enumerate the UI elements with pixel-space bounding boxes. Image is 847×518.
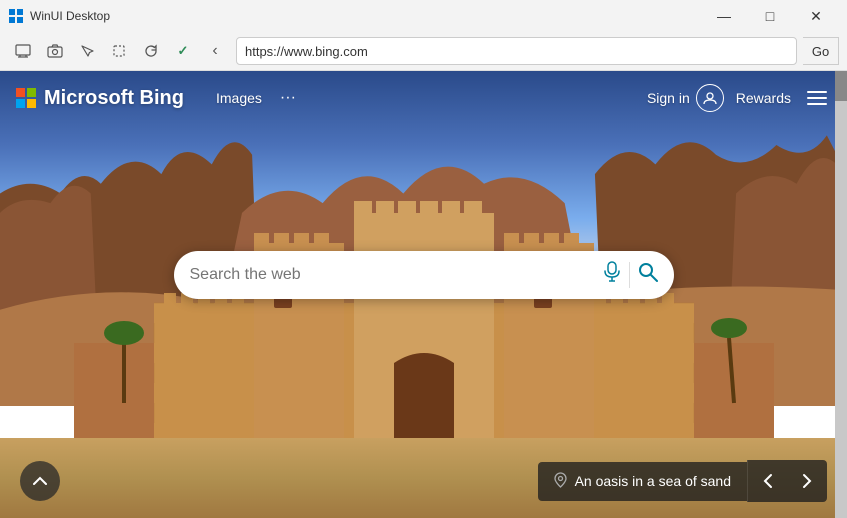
toolbar-camera-btn[interactable] [40, 37, 70, 65]
bing-logo[interactable]: Microsoft Bing [16, 87, 184, 110]
nav-toolbar: ✓ ‹ [8, 37, 230, 65]
caption-prev-button[interactable] [747, 460, 787, 502]
bottom-bar: An oasis in a sea of sand [0, 460, 847, 502]
rewards-link[interactable]: Rewards [736, 90, 791, 106]
toolbar-cursor-btn[interactable] [72, 37, 102, 65]
nav-links: Images ··· [208, 85, 302, 111]
search-divider [629, 262, 630, 288]
toolbar-select-btn[interactable] [104, 37, 134, 65]
hamburger-line-1 [807, 91, 827, 93]
hamburger-line-2 [807, 97, 827, 99]
user-avatar-icon [696, 84, 724, 112]
microphone-icon[interactable] [603, 261, 621, 289]
window-chrome: WinUI Desktop — □ ✕ ✓ [0, 0, 847, 71]
hamburger-menu-button[interactable] [803, 87, 831, 109]
search-icon[interactable] [638, 262, 658, 288]
brand-text: Microsoft Bing [44, 87, 184, 110]
address-input[interactable] [236, 37, 797, 65]
close-button[interactable]: ✕ [793, 2, 839, 30]
toolbar-screen-btn[interactable] [8, 37, 38, 65]
bing-header: Microsoft Bing Images ··· Sign in Reward… [0, 71, 847, 125]
toolbar-refresh-btn[interactable] [136, 37, 166, 65]
caption-text: An oasis in a sea of sand [575, 473, 731, 489]
address-bar-row: ✓ ‹ Go [0, 32, 847, 70]
go-button[interactable]: Go [803, 37, 839, 65]
caption-next-button[interactable] [787, 460, 827, 502]
maximize-button[interactable]: □ [747, 2, 793, 30]
ms-logo-icon [16, 88, 36, 108]
sign-in-label: Sign in [647, 90, 690, 106]
window-controls: — □ ✕ [701, 2, 839, 30]
search-container [174, 251, 674, 299]
browser-content: Microsoft Bing Images ··· Sign in Reward… [0, 71, 847, 518]
more-nav-button[interactable]: ··· [274, 85, 302, 111]
sign-in-button[interactable]: Sign in [647, 84, 724, 112]
scrollbar-track [835, 71, 847, 518]
title-bar: WinUI Desktop — □ ✕ [0, 0, 847, 32]
scroll-up-button[interactable] [20, 461, 60, 501]
hamburger-line-3 [807, 103, 827, 105]
toolbar-back-btn[interactable]: ‹ [200, 37, 230, 65]
toolbar-check-btn[interactable]: ✓ [168, 37, 198, 65]
minimize-button[interactable]: — [701, 2, 747, 30]
location-pin-icon [554, 472, 567, 491]
title-bar-left: WinUI Desktop [8, 8, 110, 24]
search-input[interactable] [190, 266, 603, 284]
window-title: WinUI Desktop [30, 9, 110, 23]
fortress-image [74, 183, 774, 463]
search-bar [174, 251, 674, 299]
caption-area: An oasis in a sea of sand [538, 460, 827, 502]
header-right: Sign in Rewards [647, 84, 831, 112]
app-icon [8, 8, 24, 24]
images-nav-link[interactable]: Images [208, 86, 270, 110]
caption-pill: An oasis in a sea of sand [538, 462, 747, 501]
